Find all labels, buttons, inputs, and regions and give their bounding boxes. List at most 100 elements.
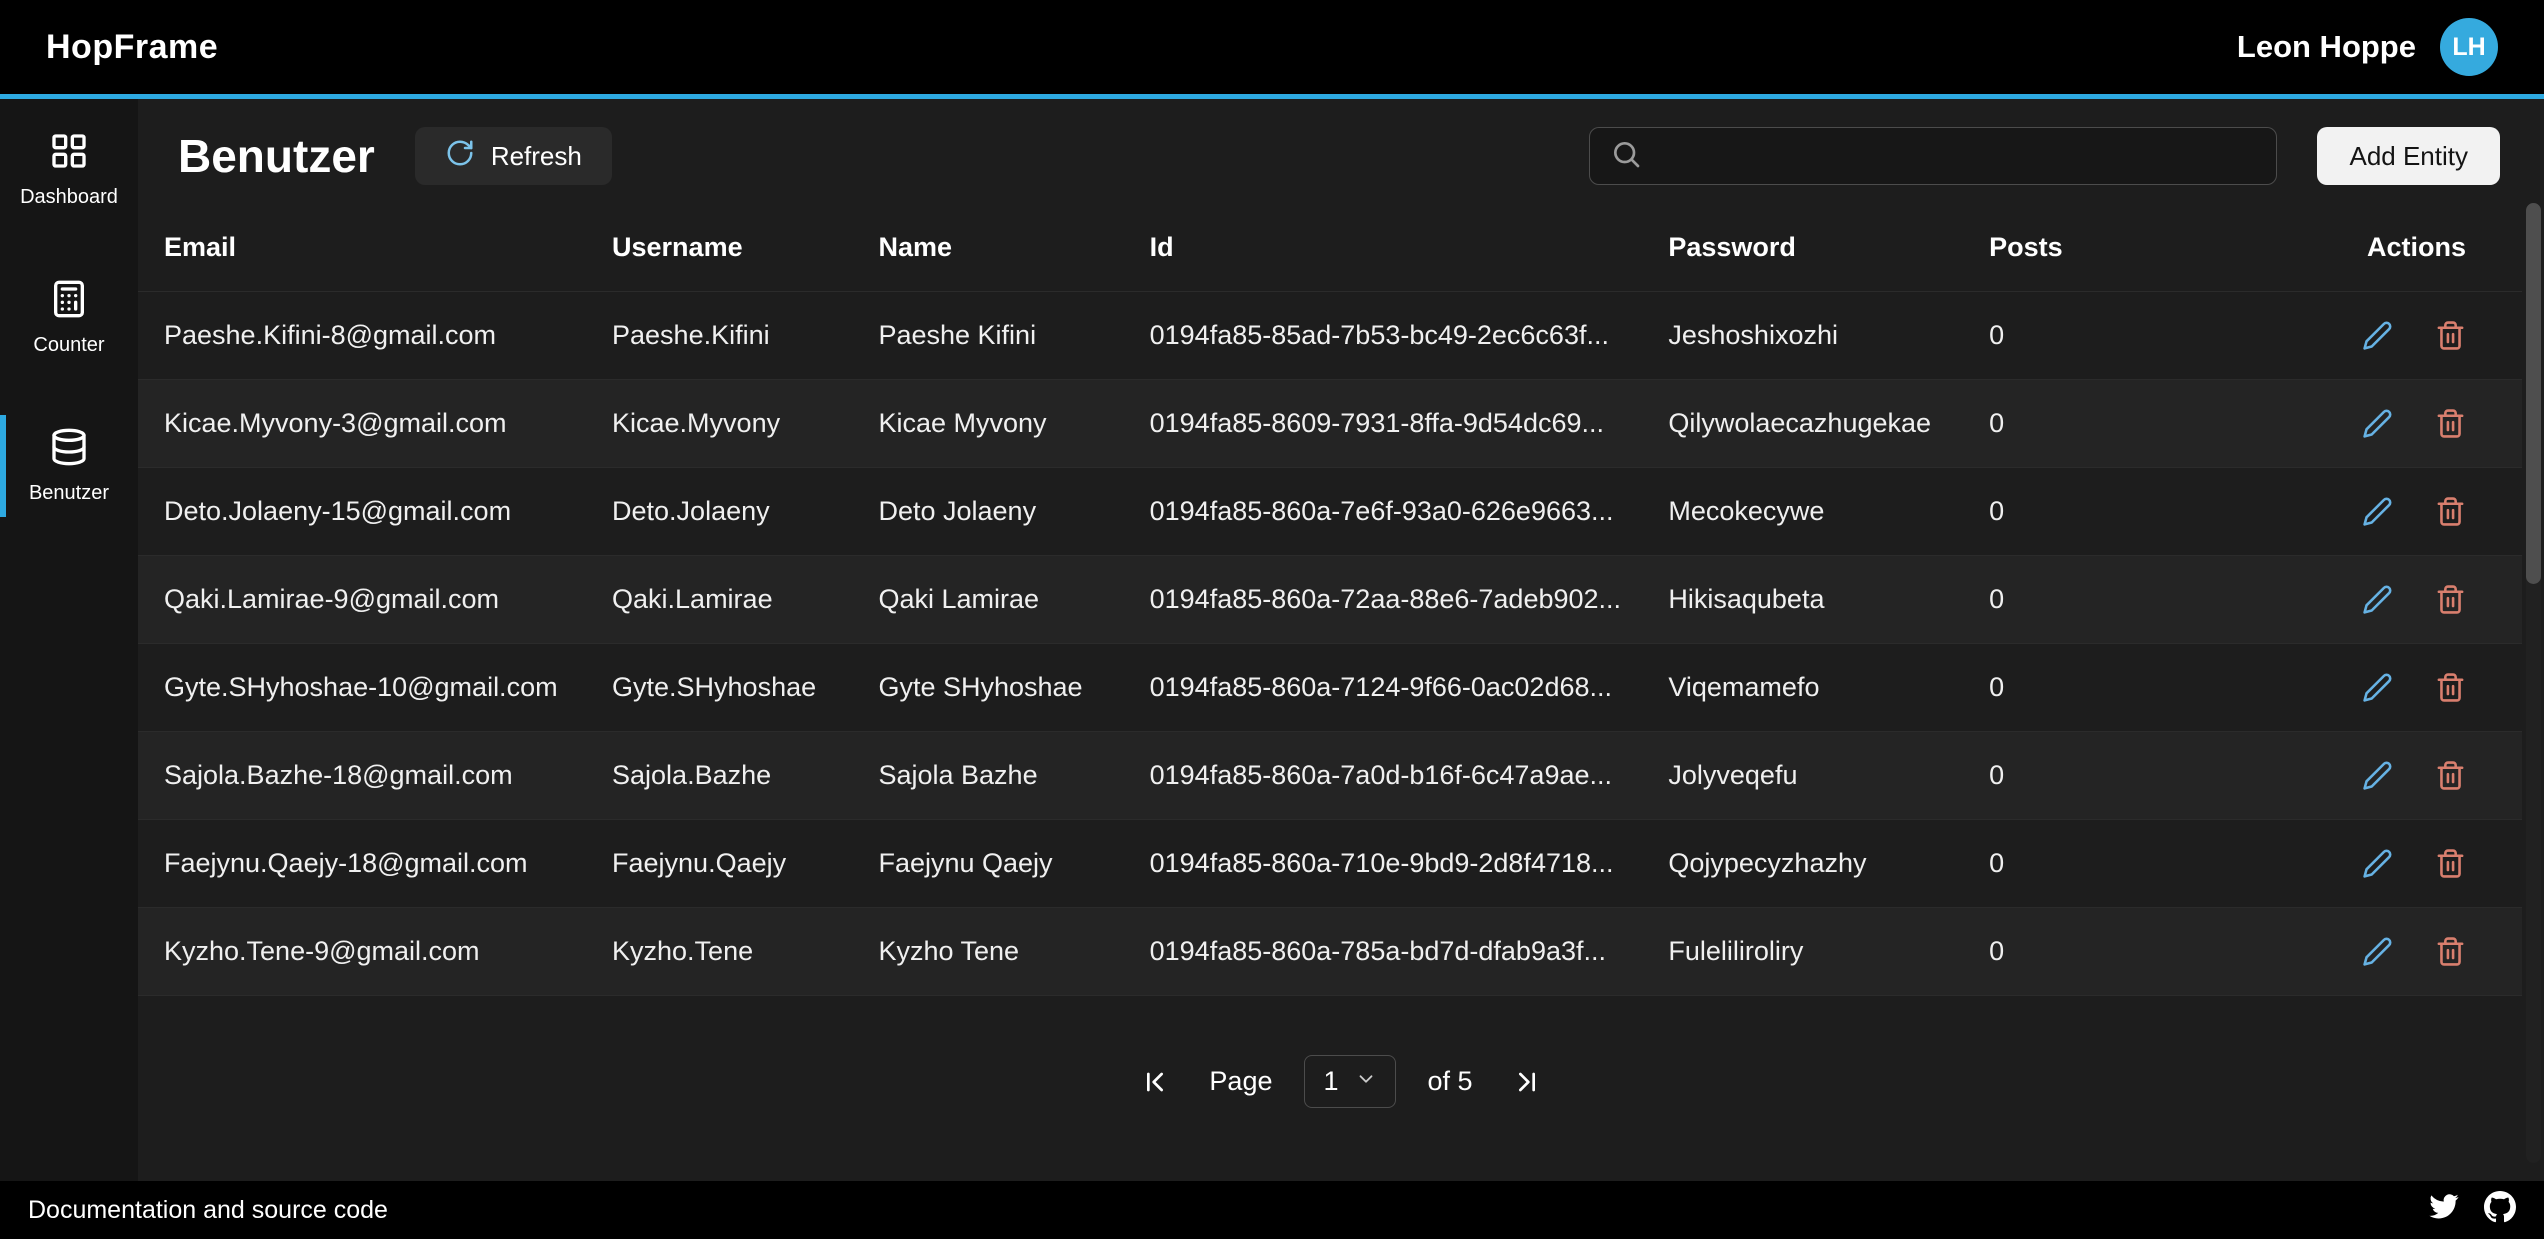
- edit-button[interactable]: [2362, 672, 2393, 703]
- trash-icon: [2435, 779, 2466, 791]
- page-select-value: 1: [1323, 1066, 1338, 1097]
- pencil-icon: [2362, 427, 2393, 439]
- edit-button[interactable]: [2362, 408, 2393, 439]
- pencil-icon: [2362, 779, 2393, 791]
- trash-icon: [2435, 427, 2466, 439]
- cell-id: 0194fa85-860a-72aa-88e6-7adeb902...: [1150, 584, 1669, 615]
- edit-button[interactable]: [2362, 320, 2393, 351]
- edit-button[interactable]: [2362, 848, 2393, 879]
- trash-icon: [2435, 867, 2466, 879]
- cell-email: Qaki.Lamirae-9@gmail.com: [164, 584, 612, 615]
- cell-name: Faejynu Qaejy: [878, 848, 1149, 879]
- pencil-icon: [2362, 515, 2393, 527]
- table-row: Gyte.SHyhoshae-10@gmail.comGyte.SHyhosha…: [138, 643, 2522, 731]
- cell-username: Kyzho.Tene: [612, 936, 878, 967]
- cell-email: Faejynu.Qaejy-18@gmail.com: [164, 848, 612, 879]
- cell-posts: 0: [1989, 496, 2343, 527]
- row-actions: [2343, 760, 2522, 791]
- sidebar-item-dashboard[interactable]: Dashboard: [0, 119, 132, 221]
- add-entity-button[interactable]: Add Entity: [2317, 127, 2500, 185]
- cell-posts: 0: [1989, 760, 2343, 791]
- search-input[interactable]: [1658, 141, 2256, 172]
- cell-id: 0194fa85-85ad-7b53-bc49-2ec6c63f...: [1150, 320, 1669, 351]
- sidebar: Dashboard Counter Benutzer: [0, 99, 138, 1181]
- cell-name: Kicae Myvony: [878, 408, 1149, 439]
- row-actions: [2343, 672, 2522, 703]
- pencil-icon: [2362, 603, 2393, 615]
- delete-button[interactable]: [2435, 584, 2466, 615]
- footer-link[interactable]: Documentation and source code: [28, 1196, 388, 1225]
- cell-username: Qaki.Lamirae: [612, 584, 878, 615]
- skip-last-icon: [1511, 1086, 1543, 1101]
- table-row: Qaki.Lamirae-9@gmail.comQaki.LamiraeQaki…: [138, 555, 2522, 643]
- skip-first-icon: [1139, 1086, 1171, 1101]
- cell-id: 0194fa85-8609-7931-8ffa-9d54dc69...: [1150, 408, 1669, 439]
- trash-icon: [2435, 603, 2466, 615]
- cell-password: Qojypecyzhazhy: [1668, 848, 1989, 879]
- first-page-button[interactable]: [1133, 1060, 1177, 1104]
- cell-email: Kyzho.Tene-9@gmail.com: [164, 936, 612, 967]
- pencil-icon: [2362, 691, 2393, 703]
- refresh-button[interactable]: Refresh: [415, 127, 612, 185]
- cell-id: 0194fa85-860a-710e-9bd9-2d8f4718...: [1150, 848, 1669, 879]
- search-box: [1589, 127, 2277, 185]
- cell-username: Deto.Jolaeny: [612, 496, 878, 527]
- delete-button[interactable]: [2435, 760, 2466, 791]
- edit-button[interactable]: [2362, 584, 2393, 615]
- cell-name: Sajola Bazhe: [878, 760, 1149, 791]
- cell-password: Hikisaqubeta: [1668, 584, 1989, 615]
- pagination: Page 1 of 5: [138, 1031, 2544, 1108]
- user-name: Leon Hoppe: [2237, 29, 2416, 65]
- refresh-label: Refresh: [491, 141, 582, 172]
- cell-posts: 0: [1989, 408, 2343, 439]
- sidebar-item-benutzer[interactable]: Benutzer: [0, 415, 132, 517]
- sidebar-item-counter[interactable]: Counter: [0, 267, 132, 369]
- cell-email: Paeshe.Kifini-8@gmail.com: [164, 320, 612, 351]
- cell-posts: 0: [1989, 672, 2343, 703]
- column-header: Name: [878, 232, 1149, 263]
- column-header: Posts: [1989, 232, 2343, 263]
- delete-button[interactable]: [2435, 496, 2466, 527]
- cell-name: Gyte SHyhoshae: [878, 672, 1149, 703]
- page-label: Page: [1209, 1066, 1272, 1097]
- cell-username: Faejynu.Qaejy: [612, 848, 878, 879]
- github-icon[interactable]: [2484, 1191, 2516, 1230]
- chevron-down-icon: [1355, 1066, 1377, 1097]
- delete-button[interactable]: [2435, 936, 2466, 967]
- cell-name: Kyzho Tene: [878, 936, 1149, 967]
- delete-button[interactable]: [2435, 672, 2466, 703]
- page-select[interactable]: 1: [1304, 1055, 1395, 1108]
- avatar[interactable]: LH: [2440, 18, 2498, 76]
- cell-posts: 0: [1989, 848, 2343, 879]
- table-row: [138, 995, 2522, 1031]
- edit-button[interactable]: [2362, 760, 2393, 791]
- edit-button[interactable]: [2362, 936, 2393, 967]
- top-bar: HopFrame Leon Hoppe LH: [0, 0, 2544, 99]
- row-actions: [2343, 936, 2522, 967]
- bird-icon[interactable]: [2428, 1191, 2460, 1230]
- edit-button[interactable]: [2362, 496, 2393, 527]
- calculator-icon: [49, 279, 89, 324]
- main-content: Benutzer Refresh Add Entity EmailUsernam…: [138, 99, 2544, 1181]
- cell-id: 0194fa85-860a-785a-bd7d-dfab9a3f...: [1150, 936, 1669, 967]
- delete-button[interactable]: [2435, 848, 2466, 879]
- cell-password: Fuleliliroliry: [1668, 936, 1989, 967]
- scrollbar-thumb[interactable]: [2526, 203, 2541, 584]
- delete-button[interactable]: [2435, 320, 2466, 351]
- row-actions: [2343, 848, 2522, 879]
- user-menu[interactable]: Leon Hoppe LH: [2237, 18, 2498, 76]
- table-row: Sajola.Bazhe-18@gmail.comSajola.BazheSaj…: [138, 731, 2522, 819]
- trash-icon: [2435, 515, 2466, 527]
- footer-icons: [2428, 1191, 2516, 1230]
- table: EmailUsernameNameIdPasswordPostsActions …: [138, 203, 2522, 1031]
- delete-button[interactable]: [2435, 408, 2466, 439]
- scrollbar-track[interactable]: [2526, 203, 2541, 1163]
- row-actions: [2343, 320, 2522, 351]
- cell-id: 0194fa85-860a-7e6f-93a0-626e9663...: [1150, 496, 1669, 527]
- cell-posts: 0: [1989, 936, 2343, 967]
- table-body: Paeshe.Kifini-8@gmail.comPaeshe.KifiniPa…: [138, 291, 2522, 1031]
- last-page-button[interactable]: [1505, 1060, 1549, 1104]
- cell-name: Qaki Lamirae: [878, 584, 1149, 615]
- table-row: Deto.Jolaeny-15@gmail.comDeto.JolaenyDet…: [138, 467, 2522, 555]
- search-icon: [1610, 138, 1642, 175]
